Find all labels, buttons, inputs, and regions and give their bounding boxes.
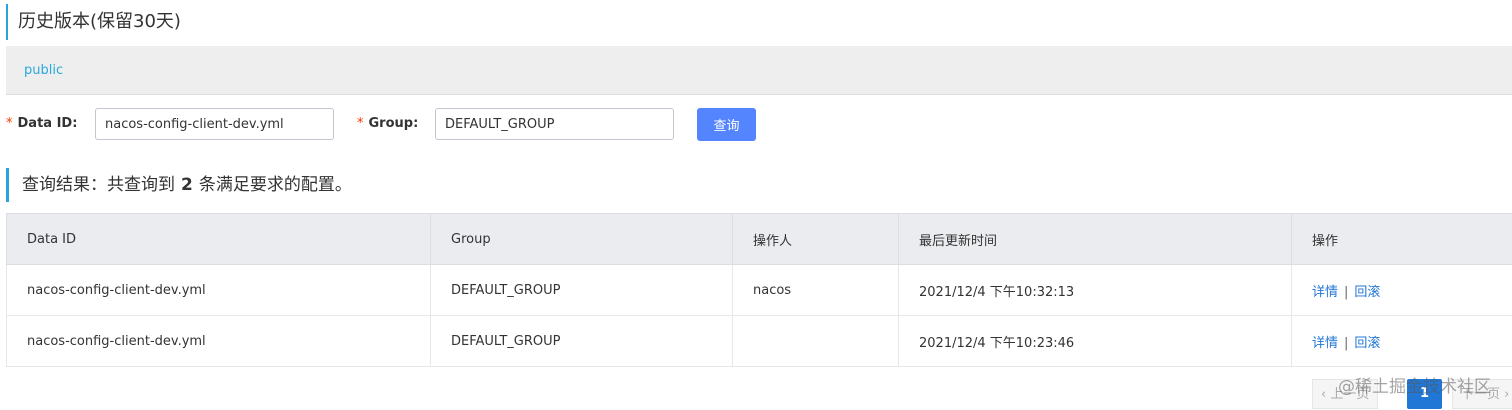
table-row: nacos-config-client-dev.yml DEFAULT_GROU… <box>7 265 1512 316</box>
namespace-bar: public <box>6 46 1512 95</box>
cell-operator: nacos <box>733 265 899 316</box>
page-title: 历史版本(保留30天) <box>6 4 181 40</box>
group-label: * Group: <box>357 107 418 141</box>
action-separator: | <box>1344 336 1348 351</box>
result-count: 2 <box>181 175 193 195</box>
cell-data-id: nacos-config-client-dev.yml <box>7 316 431 367</box>
detail-link[interactable]: 详情 <box>1312 285 1338 300</box>
next-page-button[interactable]: 下一页 › <box>1452 379 1512 409</box>
page-number-current[interactable]: 1 <box>1407 379 1442 409</box>
pagination: ‹ 上一页 1 下一页 › <box>1312 379 1512 409</box>
history-table: Data ID Group 操作人 最后更新时间 操作 nacos-config… <box>6 213 1512 367</box>
prev-page-button[interactable]: ‹ 上一页 <box>1312 379 1378 409</box>
result-summary: 查询结果：共查询到 2 条满足要求的配置。 <box>6 168 352 202</box>
search-form: * Data ID: * Group: 查询 <box>0 107 1512 141</box>
cell-data-id: nacos-config-client-dev.yml <box>7 265 431 316</box>
result-suffix: 条满足要求的配置。 <box>199 175 352 195</box>
cell-actions: 详情 | 回滚 <box>1292 265 1512 316</box>
required-mark: * <box>6 116 13 131</box>
history-table-wrapper: Data ID Group 操作人 最后更新时间 操作 nacos-config… <box>6 213 1512 367</box>
table-header-row: Data ID Group 操作人 最后更新时间 操作 <box>7 214 1512 265</box>
data-id-label-text: Data ID: <box>18 116 78 131</box>
page-title-text: 历史版本(保留30天) <box>18 11 181 32</box>
prev-page-label: 上一页 <box>1330 387 1369 402</box>
column-header-last-updated: 最后更新时间 <box>899 214 1292 265</box>
cell-last-updated: 2021/12/4 下午10:23:46 <box>899 316 1292 367</box>
next-page-label: 下一页 <box>1461 387 1500 402</box>
cell-operator <box>733 316 899 367</box>
detail-link[interactable]: 详情 <box>1312 336 1338 351</box>
column-header-actions: 操作 <box>1292 214 1512 265</box>
rollback-link[interactable]: 回滚 <box>1354 336 1380 351</box>
group-input[interactable] <box>435 108 674 140</box>
data-id-label: * Data ID: <box>6 107 77 141</box>
chevron-left-icon: ‹ <box>1321 387 1326 402</box>
required-mark: * <box>357 116 364 131</box>
cell-group: DEFAULT_GROUP <box>431 316 733 367</box>
cell-actions: 详情 | 回滚 <box>1292 316 1512 367</box>
group-label-text: Group: <box>369 116 419 131</box>
result-prefix: 查询结果：共查询到 <box>22 175 175 195</box>
table-row: nacos-config-client-dev.yml DEFAULT_GROU… <box>7 316 1512 367</box>
action-separator: | <box>1344 285 1348 300</box>
cell-group: DEFAULT_GROUP <box>431 265 733 316</box>
column-header-group: Group <box>431 214 733 265</box>
query-button[interactable]: 查询 <box>697 108 756 141</box>
rollback-link[interactable]: 回滚 <box>1354 285 1380 300</box>
column-header-operator: 操作人 <box>733 214 899 265</box>
data-id-input[interactable] <box>95 108 334 140</box>
namespace-item-public[interactable]: public <box>24 63 63 78</box>
column-header-data-id: Data ID <box>7 214 431 265</box>
chevron-right-icon: › <box>1504 387 1509 402</box>
cell-last-updated: 2021/12/4 下午10:32:13 <box>899 265 1292 316</box>
